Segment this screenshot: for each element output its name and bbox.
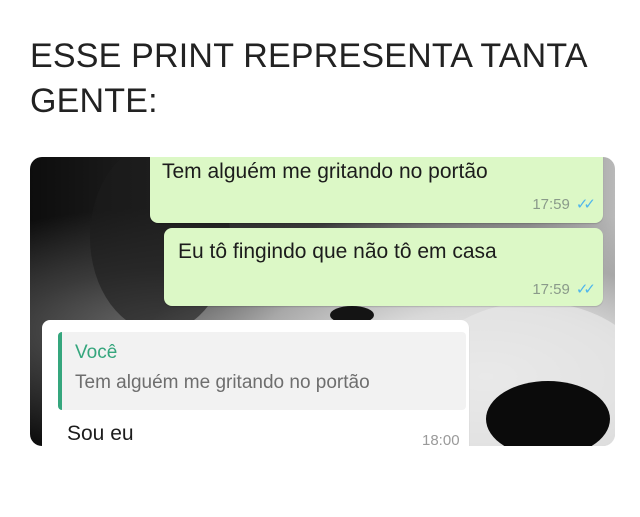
message-meta: 17:59 ✓✓: [532, 195, 596, 213]
quoted-author: Você: [75, 342, 118, 363]
quoted-message[interactable]: Você Tem alguém me gritando no portão: [58, 332, 466, 410]
reply-text: Sou eu: [67, 422, 134, 445]
message-text: Tem alguém me gritando no portão: [162, 160, 488, 183]
chat-screenshot: Tem alguém me gritando no portão 17:59 ✓✓…: [30, 157, 615, 446]
message-bubble-incoming[interactable]: Você Tem alguém me gritando no portão So…: [42, 320, 469, 446]
message-meta: 17:59 ✓✓: [532, 280, 596, 298]
read-ticks-icon: ✓✓: [575, 196, 596, 213]
message-bubble-outgoing[interactable]: Tem alguém me gritando no portão 17:59 ✓✓: [150, 157, 603, 223]
message-text: Eu tô fingindo que não tô em casa: [178, 240, 497, 263]
meme-caption: ESSE PRINT REPRESENTA TANTA GENTE:: [30, 37, 586, 120]
reply-time: 18:00: [422, 432, 460, 446]
message-bubble-outgoing[interactable]: Eu tô fingindo que não tô em casa 17:59 ✓…: [164, 228, 603, 306]
read-ticks-icon: ✓✓: [575, 281, 596, 298]
message-time: 17:59: [532, 196, 570, 213]
message-time: 17:59: [532, 281, 570, 298]
quoted-text: Tem alguém me gritando no portão: [75, 372, 370, 393]
